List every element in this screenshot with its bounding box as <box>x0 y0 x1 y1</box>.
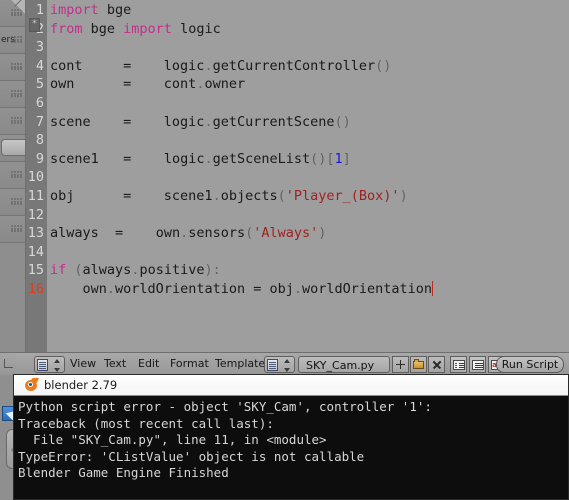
text-datablock-icon <box>267 359 278 371</box>
line-number: 13 <box>27 225 44 242</box>
left-strip-row[interactable] <box>0 135 25 162</box>
chevron-updown-icon-2 <box>284 359 291 372</box>
run-script-button[interactable]: Run Script <box>496 356 564 373</box>
code-line-text: scene1 = logic.getSceneList()[1] <box>50 150 351 167</box>
left-strip-row[interactable] <box>0 108 25 135</box>
datablock-browse-button[interactable] <box>264 356 295 373</box>
left-strip-row[interactable] <box>0 54 25 81</box>
left-strip-row[interactable] <box>0 81 25 108</box>
code-line[interactable]: 10 <box>28 168 569 187</box>
console-line: File "SKY_Cam.py", line 11, in <module> <box>18 432 327 447</box>
code-line-text: scene = logic.getCurrentScene() <box>50 113 351 130</box>
console-line: TypeError: 'CListValue' object is not ca… <box>18 448 365 464</box>
code-line-text: if (always.positive): <box>50 262 221 279</box>
code-line-text: always = own.sensors('Always') <box>50 225 327 242</box>
left-properties-strip[interactable]: ersss <box>0 0 26 352</box>
line-numbers-toggle[interactable] <box>450 356 467 373</box>
code-line-text: own = cont.owner <box>50 76 246 93</box>
grip-dots-icon <box>11 117 22 124</box>
text-editor-area[interactable]: 1 import bge 2from bge import logic34 cont … <box>26 0 569 352</box>
line-number: 10 <box>27 169 44 186</box>
line-number: 1 <box>35 2 44 18</box>
open-text-button[interactable] <box>410 356 427 373</box>
word-wrap-icon <box>472 360 484 370</box>
code-line[interactable]: 13 always = own.sensors('Always') <box>28 224 569 243</box>
console-line: Traceback (most recent call last): <box>18 415 274 431</box>
console-title-bar[interactable]: blender 2.79 <box>14 375 568 396</box>
code-line[interactable]: 3 <box>36 38 569 57</box>
editor-type-selector[interactable] <box>34 356 65 373</box>
code-line-text: obj = scene1.objects('Player_(Box)') <box>50 187 408 204</box>
code-line[interactable]: 7 scene = logic.getCurrentScene() <box>36 113 569 132</box>
line-number: 14 <box>27 243 44 260</box>
line-number: 9 <box>35 150 44 167</box>
code-line[interactable]: 2from bge import logic <box>36 20 569 39</box>
line-number: 7 <box>35 113 44 130</box>
left-strip-button[interactable] <box>1 139 25 156</box>
chevron-updown-icon <box>54 359 61 372</box>
grip-dots-icon <box>11 63 22 70</box>
line-number: 12 <box>27 206 44 223</box>
left-strip-row[interactable]: ers <box>0 27 25 54</box>
blender-window: ersss 1 import bge 2from bge import logic3… <box>0 0 569 500</box>
line-number: 5 <box>35 76 44 93</box>
menu-templates[interactable]: Templates <box>215 357 271 370</box>
code-line[interactable]: 15 if (always.positive): <box>28 261 569 280</box>
blender-logo-icon <box>24 378 40 392</box>
left-strip-row[interactable] <box>0 189 25 216</box>
code-line[interactable]: 11 obj = scene1.objects('Player_(Box)') <box>28 187 569 206</box>
text-modified-marker: * <box>29 18 40 32</box>
grip-dots-icon <box>11 225 22 232</box>
console-line: Python script error - object 'SKY_Cam', … <box>18 399 432 414</box>
menu-text[interactable]: Text <box>104 357 126 370</box>
left-strip-filler <box>0 243 25 352</box>
line-numbers-icon <box>453 360 465 370</box>
code-line[interactable]: 5 own = cont.owner <box>36 75 569 94</box>
datablock-name-field[interactable]: SKY_Cam.py <box>298 356 390 373</box>
text-editor-header[interactable]: View Text Edit Format Templates SKY_Cam.… <box>0 352 569 375</box>
grip-dots-icon <box>11 36 22 43</box>
panel-resize-corner-icon[interactable] <box>11 0 25 14</box>
menu-format[interactable]: Format <box>170 357 209 370</box>
left-strip-row[interactable] <box>0 216 25 243</box>
line-number: 4 <box>35 57 44 74</box>
code-line[interactable]: 14 <box>28 243 569 262</box>
code-line-text: import bge <box>50 2 132 18</box>
code-canvas[interactable]: 1 import bge 2from bge import logic34 cont … <box>28 0 569 352</box>
console-output[interactable]: Python script error - object 'SKY_Cam', … <box>14 396 568 499</box>
grip-dots-icon <box>11 198 22 205</box>
code-line[interactable]: 12 <box>28 206 569 225</box>
text-editor-icon <box>37 359 48 371</box>
line-number: 15 <box>27 262 44 279</box>
line-number: 8 <box>35 132 44 149</box>
code-line[interactable]: 8 <box>36 131 569 150</box>
line-number: 6 <box>35 94 44 111</box>
menu-edit[interactable]: Edit <box>138 357 159 370</box>
line-number: 16 <box>27 280 44 297</box>
code-line[interactable]: 4 cont = logic.getCurrentController() <box>36 57 569 76</box>
code-line[interactable]: 9 scene1 = logic.getSceneList()[1] <box>36 150 569 169</box>
text-caret <box>432 280 434 296</box>
code-line-text: cont = logic.getCurrentController() <box>50 57 392 74</box>
line-number: 11 <box>27 187 44 204</box>
code-line-text: from bge import logic <box>50 20 221 37</box>
grip-dots-icon <box>11 90 22 97</box>
grip-dots-icon <box>11 171 22 178</box>
code-line-text: own.worldOrientation = obj.worldOrientat… <box>50 280 434 297</box>
console-line: Blender Game Engine Finished <box>18 465 229 480</box>
line-number: 3 <box>35 39 44 56</box>
word-wrap-toggle[interactable] <box>469 356 486 373</box>
menu-view[interactable]: View <box>70 357 96 370</box>
code-line[interactable]: 6 <box>36 94 569 113</box>
new-text-button[interactable] <box>392 356 409 373</box>
code-line[interactable]: 1 import bge <box>36 1 569 20</box>
code-line[interactable]: 16 own.worldOrientation = obj.worldOrien… <box>28 280 569 299</box>
header-corner-widget[interactable] <box>0 353 16 375</box>
console-title-text: blender 2.79 <box>44 378 118 392</box>
unlink-text-button[interactable] <box>428 356 445 373</box>
left-strip-row[interactable] <box>0 162 25 189</box>
datablock-name-text: SKY_Cam.py <box>306 359 375 372</box>
system-console-window[interactable]: blender 2.79 Python script error - objec… <box>13 374 569 500</box>
